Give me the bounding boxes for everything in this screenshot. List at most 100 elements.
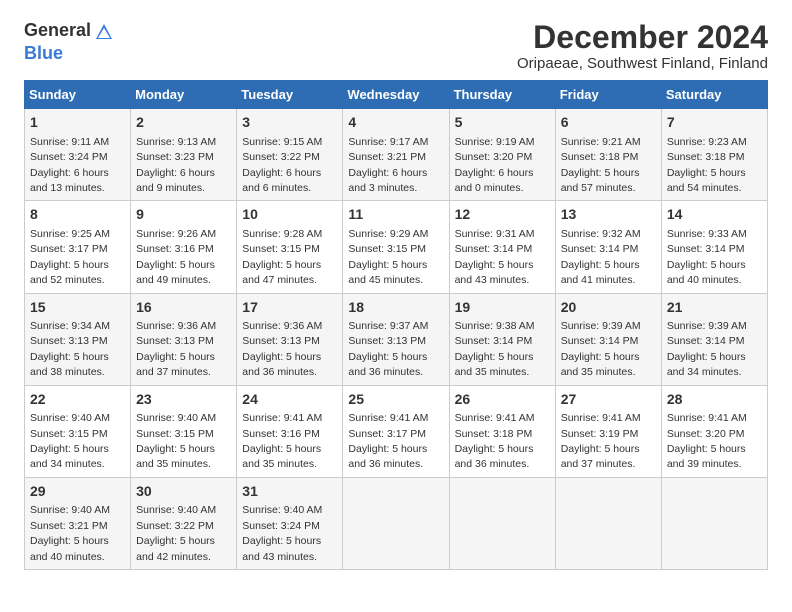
calendar-cell: 7Sunrise: 9:23 AM Sunset: 3:18 PM Daylig…	[661, 109, 767, 201]
day-info: Sunrise: 9:15 AM Sunset: 3:22 PM Dayligh…	[242, 136, 322, 194]
day-number: 17	[242, 298, 337, 318]
day-info: Sunrise: 9:41 AM Sunset: 3:16 PM Dayligh…	[242, 412, 322, 470]
day-info: Sunrise: 9:34 AM Sunset: 3:13 PM Dayligh…	[30, 320, 110, 378]
day-number: 24	[242, 390, 337, 410]
calendar-cell: 4 Sunrise: 9:17 AM Sunset: 3:21 PM Daylig…	[343, 109, 449, 201]
day-number: 23	[136, 390, 231, 410]
day-number: 14	[667, 205, 762, 225]
day-number: 19	[455, 298, 550, 318]
calendar-header-row: SundayMondayTuesdayWednesdayThursdayFrid…	[25, 81, 768, 109]
day-number: 3	[242, 113, 337, 133]
calendar-cell: 31Sunrise: 9:40 AM Sunset: 3:24 PM Dayli…	[237, 477, 343, 569]
day-info: Sunrise: 9:40 AM Sunset: 3:24 PM Dayligh…	[242, 504, 322, 562]
day-info: Sunrise: 9:13 AM Sunset: 3:23 PM Dayligh…	[136, 136, 216, 194]
day-number: 21	[667, 298, 762, 318]
calendar-cell: 23Sunrise: 9:40 AM Sunset: 3:15 PM Dayli…	[131, 385, 237, 477]
calendar-cell	[449, 477, 555, 569]
day-info: Sunrise: 9:38 AM Sunset: 3:14 PM Dayligh…	[455, 320, 535, 378]
day-info: Sunrise: 9:28 AM Sunset: 3:15 PM Dayligh…	[242, 228, 322, 286]
col-header-friday: Friday	[555, 81, 661, 109]
day-info: Sunrise: 9:41 AM Sunset: 3:19 PM Dayligh…	[561, 412, 641, 470]
calendar-cell	[343, 477, 449, 569]
calendar-week-row: 15Sunrise: 9:34 AM Sunset: 3:13 PM Dayli…	[25, 293, 768, 385]
day-info: Sunrise: 9:39 AM Sunset: 3:14 PM Dayligh…	[667, 320, 747, 378]
calendar-cell: 28Sunrise: 9:41 AM Sunset: 3:20 PM Dayli…	[661, 385, 767, 477]
calendar-cell: 25Sunrise: 9:41 AM Sunset: 3:17 PM Dayli…	[343, 385, 449, 477]
day-info: Sunrise: 9:36 AM Sunset: 3:13 PM Dayligh…	[242, 320, 322, 378]
day-info: Sunrise: 9:37 AM Sunset: 3:13 PM Dayligh…	[348, 320, 428, 378]
day-info: Sunrise: 9:36 AM Sunset: 3:13 PM Dayligh…	[136, 320, 216, 378]
calendar-table: SundayMondayTuesdayWednesdayThursdayFrid…	[24, 80, 768, 570]
day-info: Sunrise: 9:29 AM Sunset: 3:15 PM Dayligh…	[348, 228, 428, 286]
calendar-cell: 2Sunrise: 9:13 AM Sunset: 3:23 PM Daylig…	[131, 109, 237, 201]
calendar-cell: 17Sunrise: 9:36 AM Sunset: 3:13 PM Dayli…	[237, 293, 343, 385]
day-number: 15	[30, 298, 125, 318]
day-number: 20	[561, 298, 656, 318]
logo: General Blue	[24, 20, 115, 64]
day-number: 18	[348, 298, 443, 318]
day-info: Sunrise: 9:21 AM Sunset: 3:18 PM Dayligh…	[561, 136, 641, 194]
page-title: December 2024	[517, 20, 768, 55]
logo-icon	[93, 21, 115, 43]
calendar-cell: 24Sunrise: 9:41 AM Sunset: 3:16 PM Dayli…	[237, 385, 343, 477]
calendar-cell: 6Sunrise: 9:21 AM Sunset: 3:18 PM Daylig…	[555, 109, 661, 201]
calendar-cell: 15Sunrise: 9:34 AM Sunset: 3:13 PM Dayli…	[25, 293, 131, 385]
calendar-cell: 5 Sunrise: 9:19 AM Sunset: 3:20 PM Daylig…	[449, 109, 555, 201]
logo-blue: Blue	[24, 43, 63, 64]
day-number: 27	[561, 390, 656, 410]
calendar-cell: 10Sunrise: 9:28 AM Sunset: 3:15 PM Dayli…	[237, 201, 343, 293]
day-number: 28	[667, 390, 762, 410]
day-number: 25	[348, 390, 443, 410]
day-number: 16	[136, 298, 231, 318]
calendar-cell: 29Sunrise: 9:40 AM Sunset: 3:21 PM Dayli…	[25, 477, 131, 569]
page-subtitle: Oripaeae, Southwest Finland, Finland	[517, 55, 768, 72]
day-info: Sunrise: 9:26 AM Sunset: 3:16 PM Dayligh…	[136, 228, 216, 286]
page-header: General Blue December 2024 Oripaeae, Sou…	[24, 20, 768, 72]
day-info: Sunrise: 9:32 AM Sunset: 3:14 PM Dayligh…	[561, 228, 641, 286]
day-info: Sunrise: 9:41 AM Sunset: 3:18 PM Dayligh…	[455, 412, 535, 470]
day-number: 5	[455, 113, 550, 133]
day-info: Sunrise: 9:31 AM Sunset: 3:14 PM Dayligh…	[455, 228, 535, 286]
day-info: Sunrise: 9:40 AM Sunset: 3:15 PM Dayligh…	[136, 412, 216, 470]
day-number: 13	[561, 205, 656, 225]
day-info: Sunrise: 9:25 AM Sunset: 3:17 PM Dayligh…	[30, 228, 110, 286]
calendar-cell: 26Sunrise: 9:41 AM Sunset: 3:18 PM Dayli…	[449, 385, 555, 477]
day-number: 4	[348, 113, 443, 133]
calendar-cell: 21Sunrise: 9:39 AM Sunset: 3:14 PM Dayli…	[661, 293, 767, 385]
calendar-cell: 30Sunrise: 9:40 AM Sunset: 3:22 PM Dayli…	[131, 477, 237, 569]
day-number: 31	[242, 482, 337, 502]
col-header-tuesday: Tuesday	[237, 81, 343, 109]
day-info: Sunrise: 9:19 AM Sunset: 3:20 PM Dayligh…	[455, 136, 535, 194]
calendar-cell: 3 Sunrise: 9:15 AM Sunset: 3:22 PM Daylig…	[237, 109, 343, 201]
calendar-cell: 18Sunrise: 9:37 AM Sunset: 3:13 PM Dayli…	[343, 293, 449, 385]
calendar-cell: 27Sunrise: 9:41 AM Sunset: 3:19 PM Dayli…	[555, 385, 661, 477]
day-info: Sunrise: 9:40 AM Sunset: 3:15 PM Dayligh…	[30, 412, 110, 470]
col-header-thursday: Thursday	[449, 81, 555, 109]
calendar-cell: 22Sunrise: 9:40 AM Sunset: 3:15 PM Dayli…	[25, 385, 131, 477]
day-number: 26	[455, 390, 550, 410]
calendar-cell: 13 Sunrise: 9:32 AM Sunset: 3:14 PM Dayli…	[555, 201, 661, 293]
calendar-week-row: 29Sunrise: 9:40 AM Sunset: 3:21 PM Dayli…	[25, 477, 768, 569]
day-number: 30	[136, 482, 231, 502]
logo-general: General	[24, 20, 115, 43]
day-info: Sunrise: 9:40 AM Sunset: 3:22 PM Dayligh…	[136, 504, 216, 562]
calendar-cell: 11 Sunrise: 9:29 AM Sunset: 3:15 PM Dayli…	[343, 201, 449, 293]
col-header-saturday: Saturday	[661, 81, 767, 109]
calendar-cell: 12 Sunrise: 9:31 AM Sunset: 3:14 PM Dayli…	[449, 201, 555, 293]
day-info: Sunrise: 9:40 AM Sunset: 3:21 PM Dayligh…	[30, 504, 110, 562]
col-header-monday: Monday	[131, 81, 237, 109]
day-info: Sunrise: 9:23 AM Sunset: 3:18 PM Dayligh…	[667, 136, 747, 194]
day-number: 12	[455, 205, 550, 225]
day-info: Sunrise: 9:41 AM Sunset: 3:17 PM Dayligh…	[348, 412, 428, 470]
day-number: 1	[30, 113, 125, 133]
calendar-cell: 14Sunrise: 9:33 AM Sunset: 3:14 PM Dayli…	[661, 201, 767, 293]
day-info: Sunrise: 9:17 AM Sunset: 3:21 PM Dayligh…	[348, 136, 428, 194]
calendar-week-row: 8 Sunrise: 9:25 AM Sunset: 3:17 PM Daylig…	[25, 201, 768, 293]
day-info: Sunrise: 9:39 AM Sunset: 3:14 PM Dayligh…	[561, 320, 641, 378]
calendar-cell: 20Sunrise: 9:39 AM Sunset: 3:14 PM Dayli…	[555, 293, 661, 385]
day-number: 8	[30, 205, 125, 225]
title-section: December 2024 Oripaeae, Southwest Finlan…	[517, 20, 768, 72]
calendar-cell: 8 Sunrise: 9:25 AM Sunset: 3:17 PM Daylig…	[25, 201, 131, 293]
day-number: 11	[348, 205, 443, 225]
day-info: Sunrise: 9:11 AM Sunset: 3:24 PM Dayligh…	[30, 136, 109, 194]
